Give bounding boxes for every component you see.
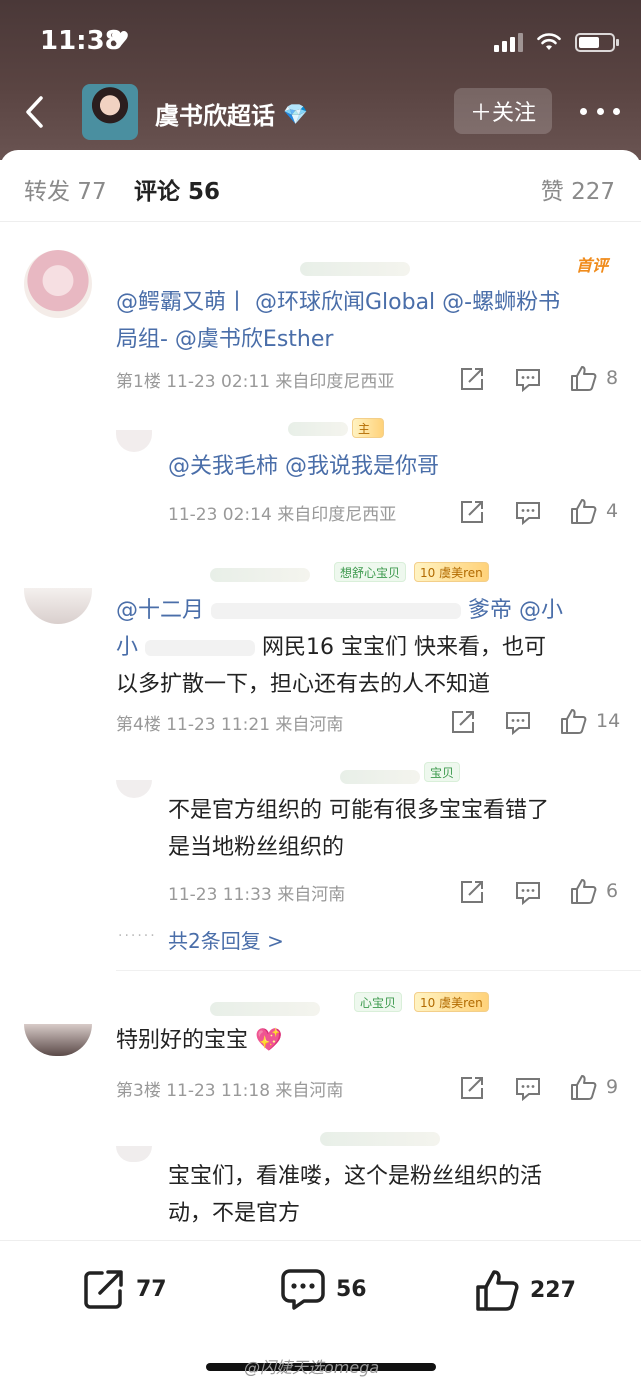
reply-icon[interactable] <box>505 709 531 735</box>
topic-avatar[interactable] <box>82 84 138 140</box>
fan-badge: 宝贝 <box>424 762 461 782</box>
comment-text-content: 特别好的宝宝 <box>116 1028 249 1053</box>
like-icon[interactable] <box>569 1073 597 1101</box>
comment-icon <box>281 1269 325 1310</box>
blurred-text <box>145 640 256 656</box>
reply-icon[interactable] <box>515 499 541 525</box>
fan-level-badge: 10 虞美ren <box>414 992 489 1012</box>
reply-text: 不是官方组织的 可能有很多宝宝看错了 是当地粉丝组织的 <box>168 792 628 866</box>
like-count: 4 <box>606 500 619 522</box>
reply-meta: 11-23 11:33 来自河南 <box>168 885 346 905</box>
share-icon[interactable] <box>450 709 476 735</box>
stats-tabs: 转发 77 评论 56 赞 227 <box>0 150 641 222</box>
sparkling-heart-icon: 💖 <box>255 1028 283 1053</box>
first-comment-badge: 首评 <box>576 256 609 275</box>
reply-text: 宝宝们，看准喽，这个是粉丝组织的活 动，不是官方 <box>168 1158 628 1232</box>
like-icon[interactable] <box>569 364 597 392</box>
comment-mentions-line2[interactable]: 局组- @虞书欣Esther <box>116 327 333 352</box>
back-button[interactable] <box>14 90 54 134</box>
reply-icon[interactable] <box>515 366 541 392</box>
comment-meta: 第3楼 11-23 11:18 来自河南 <box>116 1081 344 1101</box>
comment-text-line2: 网民16 宝宝们 快来看，也可 <box>262 635 546 660</box>
username-blurred[interactable] <box>300 262 410 276</box>
fan-badge: 主 <box>352 418 384 438</box>
share-icon <box>84 1270 123 1309</box>
like-count: 6 <box>606 880 619 902</box>
comment-mention[interactable]: 小 <box>116 635 138 660</box>
comment-button[interactable]: 56 <box>280 1267 367 1311</box>
divider-dots: ······ <box>118 928 157 944</box>
comment-mentions-line1[interactable]: @鳄霸又萌丨 @环球欣闻Global @-螺蛳粉书 <box>116 290 560 315</box>
topic-title[interactable]: 虞书欣超话 💎 <box>155 96 308 131</box>
like-icon[interactable] <box>569 497 597 525</box>
like-count: 14 <box>596 710 621 732</box>
blurred-text <box>211 603 462 619</box>
reply-text: @关我毛柿 @我说我是你哥 <box>168 448 439 485</box>
watermark: @闪婕天选omega <box>244 1358 380 1377</box>
repost-button[interactable]: 77 <box>82 1267 167 1311</box>
chevron-left-icon <box>26 96 43 128</box>
battery-icon <box>575 32 619 52</box>
tab-likes[interactable]: 赞 227 <box>541 172 615 206</box>
signal-icon <box>494 32 523 52</box>
username-blurred[interactable] <box>340 770 420 784</box>
repost-count: 77 <box>136 1276 167 1302</box>
topic-title-text: 虞书欣超话 <box>155 102 275 130</box>
reply-meta: 11-23 02:14 来自印度尼西亚 <box>168 505 397 525</box>
tab-reposts[interactable]: 转发 77 <box>24 172 107 206</box>
share-icon[interactable] <box>459 366 485 392</box>
reply-text-line1: 宝宝们，看准喽，这个是粉丝组织的活 <box>168 1164 543 1189</box>
share-icon[interactable] <box>459 499 485 525</box>
username-blurred[interactable] <box>210 568 310 582</box>
reply-text-line2: 动，不是官方 <box>168 1201 301 1226</box>
comment-text: @十二月 爹帝 @小 小 网民16 宝宝们 快来看，也可 以多扩散一下，担心还有… <box>116 592 621 703</box>
fan-badge: 想舒心宝贝 <box>334 562 407 582</box>
comment-text: 特别好的宝宝 💖 <box>116 1022 282 1059</box>
comment-text-line3: 以多扩散一下，担心还有去的人不知道 <box>116 672 491 697</box>
reply-mentions[interactable]: @关我毛柿 @我说我是你哥 <box>168 454 439 479</box>
like-icon[interactable] <box>569 877 597 905</box>
reply-icon[interactable] <box>515 1075 541 1101</box>
reply-text-line1: 不是官方组织的 可能有很多宝宝看错了 <box>168 798 549 823</box>
more-options-button[interactable] <box>580 96 620 126</box>
comment-count: 56 <box>336 1276 367 1302</box>
gem-icon: 💎 <box>283 101 308 126</box>
avatar[interactable] <box>24 250 92 318</box>
comment-meta: 第1楼 11-23 02:11 来自印度尼西亚 <box>116 372 395 392</box>
comment-text: @鳄霸又萌丨 @环球欣闻Global @-螺蛳粉书 局组- @虞书欣Esther <box>116 284 621 358</box>
share-icon[interactable] <box>459 879 485 905</box>
status-icons <box>494 32 619 52</box>
comment-mention[interactable]: @十二月 <box>116 598 204 623</box>
tab-comments[interactable]: 评论 56 <box>134 172 220 206</box>
share-icon[interactable] <box>459 1075 485 1101</box>
username-blurred[interactable] <box>288 422 348 436</box>
like-button[interactable]: 227 <box>474 1267 576 1313</box>
username-blurred[interactable] <box>320 1132 440 1146</box>
heart-icon: ♥ <box>110 28 130 53</box>
comment-separator <box>116 970 641 971</box>
like-total-count: 227 <box>530 1277 576 1303</box>
follow-button[interactable]: ＋关注 <box>454 88 552 134</box>
reply-icon[interactable] <box>515 879 541 905</box>
like-count: 8 <box>606 367 619 389</box>
username-blurred[interactable] <box>210 1002 320 1016</box>
fan-level-badge: 10 虞美ren <box>414 562 489 582</box>
more-replies-link[interactable]: 共2条回复 > <box>168 925 284 954</box>
like-icon <box>476 1270 519 1311</box>
reply-text-line2: 是当地粉丝组织的 <box>168 835 345 860</box>
like-count: 9 <box>606 1076 619 1098</box>
like-icon[interactable] <box>559 707 587 735</box>
wifi-icon <box>537 33 561 50</box>
fan-badge: 心宝贝 <box>354 992 403 1012</box>
comment-mention[interactable]: 爹帝 @小 <box>468 598 563 623</box>
comment-meta: 第4楼 11-23 11:21 来自河南 <box>116 715 344 735</box>
topic-header: 11:38 ♥ 虞书欣超话 💎 ＋关注 <box>0 0 641 160</box>
